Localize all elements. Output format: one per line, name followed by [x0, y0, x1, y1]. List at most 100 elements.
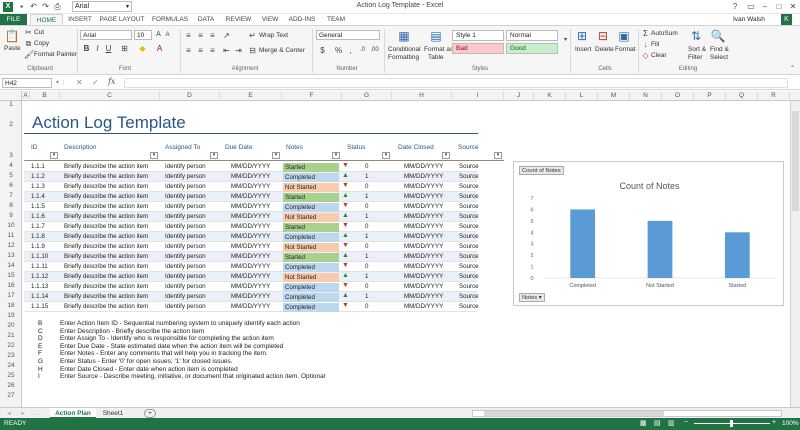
cell-notes[interactable]: Completed: [283, 282, 339, 292]
cell-source[interactable]: Source: [459, 163, 479, 170]
cell-source[interactable]: Source: [459, 213, 479, 220]
currency-icon[interactable]: $: [318, 46, 327, 55]
cell-assigned-to[interactable]: Identify person: [165, 213, 206, 220]
filter-dropdown-icon[interactable]: ▾: [442, 152, 450, 159]
vertical-scrollbar[interactable]: [790, 101, 800, 407]
cell-assigned-to[interactable]: Identify person: [165, 203, 206, 210]
cell-source[interactable]: Source: [459, 303, 479, 310]
cell-due-date[interactable]: MM/DD/YYYY: [231, 293, 270, 300]
cell-description[interactable]: Briefly describe the action item: [64, 273, 148, 280]
cell-status[interactable]: 1: [365, 173, 368, 180]
align-right-icon[interactable]: ≡: [208, 46, 217, 55]
cell-due-date[interactable]: MM/DD/YYYY: [231, 283, 270, 290]
column-header[interactable]: G: [342, 91, 392, 101]
cell-source[interactable]: Source: [459, 253, 479, 260]
cell-due-date[interactable]: MM/DD/YYYY: [231, 173, 270, 180]
wrap-text-icon[interactable]: ↵: [248, 31, 257, 40]
filter-dropdown-icon[interactable]: ▾: [50, 152, 58, 159]
orientation-icon[interactable]: ↗: [222, 31, 231, 40]
tab-add-ins[interactable]: ADD-INS: [285, 14, 319, 25]
column-header[interactable]: I: [452, 91, 504, 101]
align-top-icon[interactable]: ≡: [184, 31, 193, 40]
cell-description[interactable]: Briefly describe the action item: [64, 223, 148, 230]
cell-description[interactable]: Briefly describe the action item: [64, 193, 148, 200]
tab-home[interactable]: HOME: [30, 14, 63, 25]
underline-icon[interactable]: U: [104, 44, 113, 53]
maximize-icon[interactable]: □: [772, 0, 786, 13]
column-header[interactable]: H: [392, 91, 452, 101]
cell-date-closed[interactable]: MM/DD/YYYY: [404, 193, 443, 200]
cell-assigned-to[interactable]: Identify person: [165, 253, 206, 260]
cell-date-closed[interactable]: MM/DD/YYYY: [404, 163, 443, 170]
filter-dropdown-icon[interactable]: ▾: [494, 152, 502, 159]
find-select-button-line2[interactable]: Select: [710, 54, 728, 61]
cell-assigned-to[interactable]: Identify person: [165, 193, 206, 200]
column-header[interactable]: E: [220, 91, 282, 101]
format-as-table-icon[interactable]: ▤: [428, 29, 444, 43]
column-header[interactable]: N: [630, 91, 662, 101]
filter-dropdown-icon[interactable]: ▾: [272, 152, 280, 159]
cell-id[interactable]: 1.1.5: [31, 203, 45, 210]
filter-dropdown-icon[interactable]: ▾: [382, 152, 390, 159]
cell-due-date[interactable]: MM/DD/YYYY: [231, 243, 270, 250]
cell-status[interactable]: 0: [365, 243, 368, 250]
column-header[interactable]: A: [22, 91, 30, 101]
minimize-icon[interactable]: –: [758, 0, 772, 13]
cell-source[interactable]: Source: [459, 203, 479, 210]
cell-source[interactable]: Source: [459, 193, 479, 200]
wrap-text-button[interactable]: Wrap Text: [259, 32, 288, 39]
column-header[interactable]: J: [504, 91, 534, 101]
cell-notes[interactable]: Not Started: [283, 242, 339, 252]
align-bottom-icon[interactable]: ≡: [208, 31, 217, 40]
row-header[interactable]: 22: [0, 342, 22, 349]
cell-source[interactable]: Source: [459, 243, 479, 250]
cell-date-closed[interactable]: MM/DD/YYYY: [404, 273, 443, 280]
row-header[interactable]: 3: [0, 152, 22, 159]
cell-date-closed[interactable]: MM/DD/YYYY: [404, 263, 443, 270]
horizontal-scroll-thumb[interactable]: [484, 411, 664, 416]
cell-description[interactable]: Briefly describe the action item: [64, 233, 148, 240]
cell-notes[interactable]: Completed: [283, 292, 339, 302]
delete-cells-icon[interactable]: ⊟: [595, 29, 611, 43]
cell-id[interactable]: 1.1.1: [31, 163, 45, 170]
row-header[interactable]: 7: [0, 192, 22, 199]
count-of-notes-chart[interactable]: Count of Notes Count of Notes 0 1 2 3 4 5 6 7 Co…: [513, 161, 784, 306]
merge-center-button[interactable]: Merge & Center: [259, 47, 305, 54]
row-header[interactable]: 25: [0, 372, 22, 379]
bold-icon[interactable]: B: [82, 44, 91, 53]
bar-started[interactable]: [724, 232, 750, 278]
cell-due-date[interactable]: MM/DD/YYYY: [231, 303, 270, 310]
cell-status[interactable]: 0: [365, 183, 368, 190]
cell-assigned-to[interactable]: Identify person: [165, 263, 206, 270]
column-header[interactable]: P: [694, 91, 726, 101]
cell-due-date[interactable]: MM/DD/YYYY: [231, 213, 270, 220]
cell-description[interactable]: Briefly describe the action item: [64, 203, 148, 210]
cell-description[interactable]: Briefly describe the action item: [64, 263, 148, 270]
tab-insert[interactable]: INSERT: [65, 14, 95, 25]
cell-assigned-to[interactable]: Identify person: [165, 173, 206, 180]
collapse-ribbon-icon[interactable]: ⌃: [788, 65, 797, 74]
align-middle-icon[interactable]: ≡: [196, 31, 205, 40]
row-header[interactable]: 2: [0, 121, 22, 128]
format-as-table-button[interactable]: Format as: [424, 46, 453, 53]
format-cells-icon[interactable]: ▣: [616, 29, 632, 43]
increase-font-icon[interactable]: A: [154, 30, 163, 39]
row-header[interactable]: 24: [0, 362, 22, 369]
cell-id[interactable]: 1.1.12: [31, 273, 48, 280]
column-header[interactable]: M: [598, 91, 630, 101]
paste-icon[interactable]: 📋: [4, 29, 20, 43]
fill-button[interactable]: Fill: [651, 41, 659, 48]
merge-center-icon[interactable]: ⊟: [248, 46, 257, 55]
cell-date-closed[interactable]: MM/DD/YYYY: [404, 183, 443, 190]
column-header[interactable]: R: [758, 91, 790, 101]
cell-status[interactable]: 0: [365, 163, 368, 170]
cell-due-date[interactable]: MM/DD/YYYY: [231, 183, 270, 190]
row-header[interactable]: 11: [0, 232, 22, 239]
insert-cells-icon[interactable]: ⊞: [574, 29, 590, 43]
row-header[interactable]: 8: [0, 202, 22, 209]
cut-button[interactable]: Cut: [34, 29, 44, 36]
font-color-icon[interactable]: A: [155, 44, 164, 53]
cell-notes[interactable]: Started: [283, 252, 339, 262]
increase-decimal-icon[interactable]: .0: [358, 46, 367, 55]
cell-notes[interactable]: Completed: [283, 232, 339, 242]
